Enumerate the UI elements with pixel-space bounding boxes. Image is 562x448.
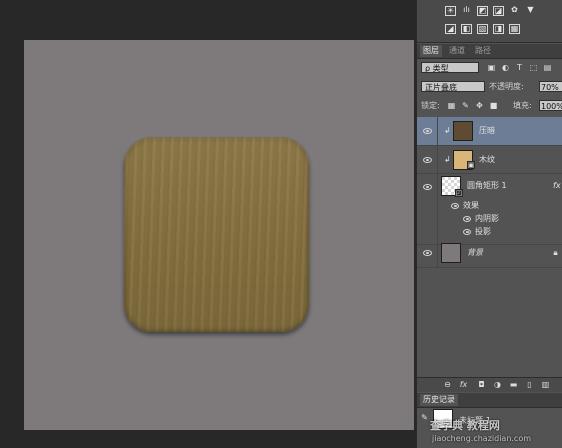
filter-shape-icon[interactable]: ⬚ [529,63,538,72]
link-icon[interactable]: ⊖ [443,380,452,389]
mask-icon[interactable]: ◘ [477,380,486,389]
smart-object-icon: ▣ [467,161,475,169]
eye-icon[interactable] [451,203,459,209]
effect-drop-shadow[interactable]: 投影 [475,227,491,237]
blend-mode-select[interactable]: 正片叠底 [421,81,485,92]
lock-position-icon[interactable]: ✥ [475,101,484,110]
fx-icon[interactable]: fx [459,380,468,389]
eye-icon[interactable] [423,250,432,256]
layer-name[interactable]: 压暗 [479,126,495,136]
layer-row-darken[interactable]: ↲ 压暗 [417,117,562,146]
eye-icon[interactable] [463,229,471,235]
folder-icon[interactable]: ▬ [509,380,518,389]
trash-icon[interactable]: ▥ [541,380,550,389]
rounded-wood-tile [124,137,309,332]
vibrance-icon[interactable]: ✿ [509,6,520,16]
history-header: 历史记录 [417,393,562,408]
levels-icon[interactable]: ılı [461,6,472,16]
opacity-label: 不透明度: [489,82,524,91]
lock-pixels-icon[interactable]: ✎ [461,101,470,110]
lock-icon: 🔒︎ [553,248,558,257]
layers-bottom-toolbar: ⊖ fx ◘ ◑ ▬ ▯ ▥ [417,377,562,392]
layer-filter-row: ρ 类型 ▣ ◐ T ⬚ ▤ [417,61,562,75]
filter-adjustment-icon[interactable]: ◐ [501,63,510,72]
layer-row-woodgrain[interactable]: ↲ ▣ 木纹 [417,146,562,174]
lock-all-icon[interactable]: ■ [489,101,498,110]
clip-arrow-icon: ↲ [444,126,451,135]
fx-icon[interactable]: fx [553,181,561,191]
brush-icon[interactable]: ✎ [420,413,429,422]
watermark-url: jiaocheng.chazidian.com [432,434,532,443]
color-lookup-icon[interactable]: ▦ [509,24,520,34]
layers-tabs: 图层 通道 路径 [417,44,562,59]
lock-transparent-icon[interactable]: ▦ [447,101,456,110]
document-canvas[interactable] [24,40,414,430]
fill-label: 填充: [513,101,532,110]
layer-kind-select[interactable]: ρ 类型 [421,62,479,73]
layer-row-rounded-rect[interactable]: ◰ 圆角矩形 1 fx 效果 内阴影 投影 [417,174,562,245]
hue-icon[interactable]: ▼ [525,6,536,16]
opacity-input[interactable]: 70% [539,81,562,92]
curves-icon[interactable]: ◩ [477,6,488,16]
canvas-workspace[interactable] [0,0,418,448]
tab-history[interactable]: 历史记录 [420,394,458,406]
effects-label: 效果 [463,201,479,210]
lock-row: 锁定: ▦ ✎ ✥ ■ 填充: 100% [417,99,562,113]
tab-paths[interactable]: 路径 [472,45,494,57]
new-layer-icon[interactable]: ▯ [525,380,534,389]
layer-thumbnail [441,243,461,263]
eye-icon[interactable] [423,184,432,190]
eye-icon[interactable] [423,157,432,163]
photo-filter-icon[interactable]: ▧ [477,24,488,34]
adjustments-toolbar: ☀ ılı ◩ ◪ ✿ ▼ ◢ ◧ ▧ ◨ ▦ [417,0,562,43]
eye-icon[interactable] [423,128,432,134]
filter-type-icon[interactable]: T [515,63,524,72]
blend-row: 正片叠底 不透明度: 70% [417,80,562,94]
layer-name[interactable]: 背景 [467,248,483,258]
adjustment-icon[interactable]: ◑ [493,380,502,389]
layer-name[interactable]: 圆角矩形 1 [467,181,507,191]
layers-list: ↲ 压暗 ↲ ▣ 木纹 ◰ 圆角矩形 1 fx 效果 内阴影 投影 背景 🔒︎ [417,117,562,372]
watermark: 查字典 教程网 [430,419,500,432]
right-panel: ☀ ılı ◩ ◪ ✿ ▼ ◢ ◧ ▧ ◨ ▦ 图层 通道 路径 ρ 类型 ▣ … [416,0,562,448]
color-balance-icon[interactable]: ◢ [445,24,456,34]
layer-row-background[interactable]: 背景 🔒︎ [417,239,562,268]
lock-label: 锁定: [421,101,440,110]
brightness-icon[interactable]: ☀ [445,6,456,16]
clip-arrow-icon: ↲ [444,155,451,164]
eye-icon[interactable] [463,216,471,222]
layer-name[interactable]: 木纹 [479,155,495,165]
tab-layers[interactable]: 图层 [420,45,442,57]
channel-mixer-icon[interactable]: ◨ [493,24,504,34]
effect-inner-shadow[interactable]: 内阴影 [475,214,499,224]
vector-mask-icon: ◰ [455,189,463,197]
tab-channels[interactable]: 通道 [446,45,468,57]
filter-smart-icon[interactable]: ▤ [543,63,552,72]
fill-input[interactable]: 100% [539,100,562,111]
exposure-icon[interactable]: ◪ [493,6,504,16]
filter-pixel-icon[interactable]: ▣ [487,63,496,72]
bw-icon[interactable]: ◧ [461,24,472,34]
layer-thumbnail [453,121,473,141]
